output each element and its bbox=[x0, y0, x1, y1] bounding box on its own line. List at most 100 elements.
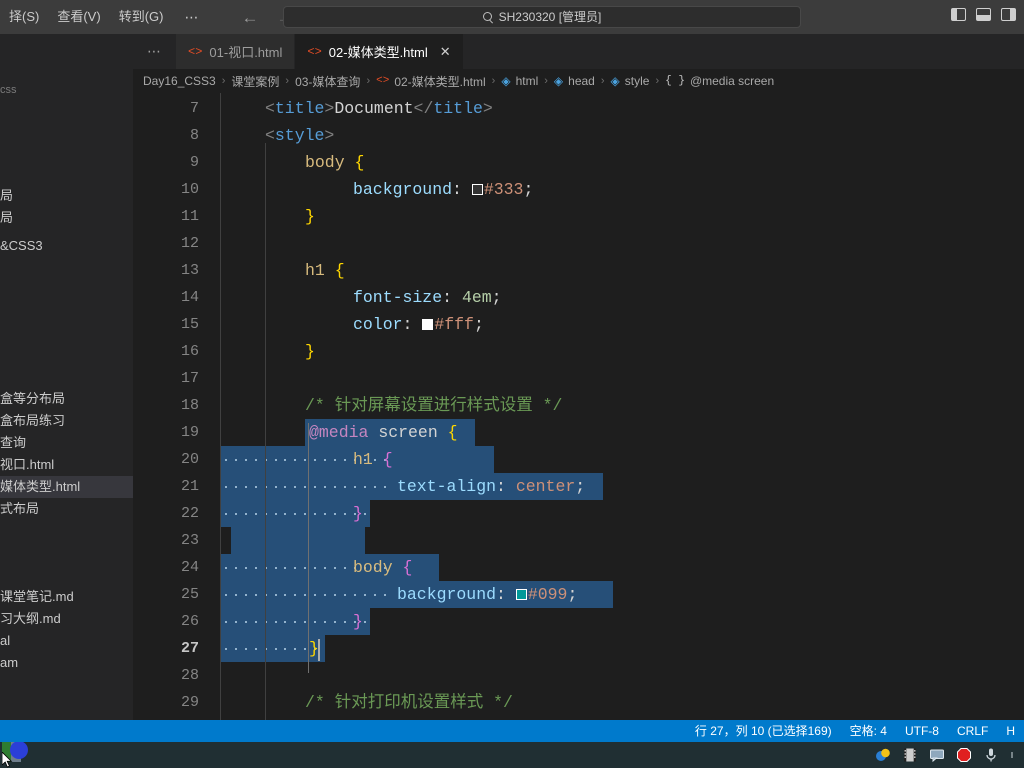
explorer-item-4[interactable]: 盒布局练习 bbox=[0, 410, 133, 432]
code-line-27[interactable]: } bbox=[133, 635, 1024, 662]
explorer-item-9[interactable]: 课堂笔记.md bbox=[0, 586, 133, 608]
explorer-item-10[interactable]: 习大纲.md bbox=[0, 608, 133, 630]
tab-label: 02-媒体类型.html bbox=[328, 45, 428, 60]
menu-item-goto[interactable]: 转到(G) bbox=[110, 5, 173, 29]
breadcrumb-label: head bbox=[568, 74, 595, 88]
breadcrumb[interactable]: Day16_CSS3 › 课堂案例 › 03-媒体查询 › <> 02-媒体类型… bbox=[133, 69, 1024, 93]
menu-item-more[interactable]: ⋯ bbox=[172, 5, 211, 29]
line-number-26: 26 bbox=[180, 613, 199, 630]
code-line-10[interactable]: background: #333; bbox=[133, 176, 1024, 203]
line-number-11: 11 bbox=[180, 208, 199, 225]
line-number-20: 20 bbox=[180, 451, 199, 468]
line-number-15: 15 bbox=[180, 316, 199, 333]
breadcrumb-item-6[interactable]: ◈ style bbox=[611, 74, 650, 88]
code-text: background: #099; bbox=[397, 585, 578, 604]
code-text: } bbox=[305, 342, 315, 361]
status-language-mode[interactable]: H bbox=[997, 720, 1024, 742]
toggle-secondary-sidebar-icon[interactable] bbox=[1001, 8, 1016, 21]
toggle-primary-sidebar-icon[interactable] bbox=[951, 8, 966, 21]
breadcrumb-item-3[interactable]: <> 02-媒体类型.html bbox=[376, 73, 486, 90]
chat-bubble-icon[interactable] bbox=[929, 747, 945, 763]
breadcrumb-label: @media screen bbox=[689, 74, 775, 88]
html-file-icon: <> bbox=[188, 44, 203, 59]
record-stop-icon[interactable] bbox=[956, 747, 972, 763]
breadcrumb-item-2[interactable]: 03-媒体查询 bbox=[295, 73, 360, 90]
menu-item-select[interactable]: 择(S) bbox=[0, 5, 48, 29]
code-line-16[interactable]: } bbox=[133, 338, 1024, 365]
code-line-19[interactable]: @media screen { bbox=[133, 419, 1024, 446]
code-line-7[interactable]: <title>Document</title> bbox=[133, 95, 1024, 122]
code-line-22[interactable]: } bbox=[133, 500, 1024, 527]
code-line-20[interactable]: h1 { bbox=[133, 446, 1024, 473]
tabs-overflow-button[interactable]: ⋯ bbox=[133, 34, 176, 69]
code-line-9[interactable]: body { bbox=[133, 149, 1024, 176]
toggle-panel-icon[interactable] bbox=[976, 8, 991, 21]
back-arrow-icon[interactable]: ← bbox=[241, 9, 258, 26]
breadcrumb-label: 课堂案例 bbox=[231, 74, 280, 89]
microphone-icon[interactable] bbox=[983, 747, 999, 763]
explorer-item-5[interactable]: 查询 bbox=[0, 432, 133, 454]
command-center-search[interactable]: SH230320 [管理员] bbox=[283, 6, 801, 28]
code-line-12[interactable] bbox=[133, 230, 1024, 257]
code-line-24[interactable]: body { bbox=[133, 554, 1024, 581]
code-editor[interactable]: <title>Document</title> <style> body {back… bbox=[133, 93, 1024, 720]
explorer-item-2[interactable]: &CSS3 bbox=[0, 235, 133, 257]
code-line-18[interactable]: /* 针对屏幕设置进行样式设置 */ bbox=[133, 392, 1024, 419]
code-line-26[interactable]: } bbox=[133, 608, 1024, 635]
breadcrumb-item-5[interactable]: ◈ head bbox=[554, 74, 595, 88]
code-line-13[interactable]: h1 { bbox=[133, 257, 1024, 284]
explorer-sidebar[interactable]: css 局局 &CSS3 盒等分布局 盒布局练习 查询 视口.html 媒体类型.html 式… bbox=[0, 34, 133, 720]
explorer-item-label: al bbox=[0, 633, 11, 648]
status-cursor-position[interactable]: 行 27，列 10 (已选择169) bbox=[686, 720, 841, 742]
explorer-item-label: am bbox=[0, 655, 19, 670]
code-line-21[interactable]: text-align: center; bbox=[133, 473, 1024, 500]
line-number-27: 27 bbox=[180, 640, 199, 657]
tab-01-viewport-html[interactable]: <> 01-视口.html bbox=[176, 34, 296, 69]
code-line-8[interactable]: <style> bbox=[133, 122, 1024, 149]
explorer-item-label: 局 bbox=[0, 188, 14, 203]
vscode-window: 择(S) 查看(V) 转到(G) ⋯ ← → SH230320 [管理员] cs… bbox=[0, 0, 1024, 768]
breadcrumb-separator: › bbox=[544, 75, 548, 87]
explorer-item-6[interactable]: 视口.html bbox=[0, 454, 133, 476]
code-line-17[interactable] bbox=[133, 365, 1024, 392]
code-line-29[interactable]: /* 针对打印机设置样式 */ bbox=[133, 689, 1024, 716]
line-number-22: 22 bbox=[180, 505, 199, 522]
breadcrumb-item-1[interactable]: 课堂案例 bbox=[231, 73, 279, 90]
explorer-item-1[interactable]: 局 bbox=[0, 207, 133, 229]
title-bar: 择(S) 查看(V) 转到(G) ⋯ ← → SH230320 [管理员] bbox=[0, 0, 1024, 34]
status-encoding[interactable]: UTF-8 bbox=[896, 720, 948, 742]
breadcrumb-item-4[interactable]: ◈ html bbox=[501, 74, 538, 88]
code-text: background: #333; bbox=[353, 180, 534, 199]
code-line-28[interactable] bbox=[133, 662, 1024, 689]
more-tray-icon[interactable] bbox=[1010, 747, 1018, 763]
explorer-item-12[interactable]: am bbox=[0, 652, 133, 674]
menu-bar: 择(S) 查看(V) 转到(G) ⋯ bbox=[0, 0, 211, 34]
code-line-11[interactable]: } bbox=[133, 203, 1024, 230]
symbol-braces-icon: { } bbox=[665, 75, 685, 87]
breadcrumb-item-7[interactable]: { } @media screen bbox=[665, 74, 774, 88]
cloud-app-icon[interactable] bbox=[875, 747, 891, 763]
breadcrumb-separator: › bbox=[655, 75, 660, 87]
status-eol[interactable]: CRLF bbox=[948, 720, 997, 742]
close-icon[interactable]: ✕ bbox=[440, 45, 451, 58]
breadcrumb-item-0[interactable]: Day16_CSS3 bbox=[143, 74, 216, 88]
breadcrumb-label: style bbox=[624, 74, 650, 88]
code-line-23[interactable] bbox=[133, 527, 1024, 554]
code-line-14[interactable]: font-size: 4em; bbox=[133, 284, 1024, 311]
code-text: h1 { bbox=[353, 450, 393, 469]
film-strip-icon[interactable] bbox=[902, 747, 918, 763]
explorer-item-0[interactable]: 局 bbox=[0, 185, 133, 207]
code-line-25[interactable]: background: #099; bbox=[133, 581, 1024, 608]
status-indentation[interactable]: 空格: 4 bbox=[841, 720, 896, 742]
code-text: h1 { bbox=[305, 261, 345, 280]
code-text: <title>Document</title> bbox=[265, 99, 493, 118]
menu-item-view[interactable]: 查看(V) bbox=[48, 5, 109, 29]
explorer-item-8[interactable]: 式布局 bbox=[0, 498, 133, 520]
search-value: SH230320 [管理员] bbox=[498, 10, 602, 24]
explorer-item-3[interactable]: 盒等分布局 bbox=[0, 388, 133, 410]
tab-02-media-type-html[interactable]: <> 02-媒体类型.html ✕ bbox=[295, 34, 464, 69]
explorer-item-7[interactable]: 媒体类型.html bbox=[0, 476, 133, 498]
mouse-cursor bbox=[2, 752, 13, 768]
explorer-item-11[interactable]: al bbox=[0, 630, 133, 652]
code-line-15[interactable]: color: #fff; bbox=[133, 311, 1024, 338]
